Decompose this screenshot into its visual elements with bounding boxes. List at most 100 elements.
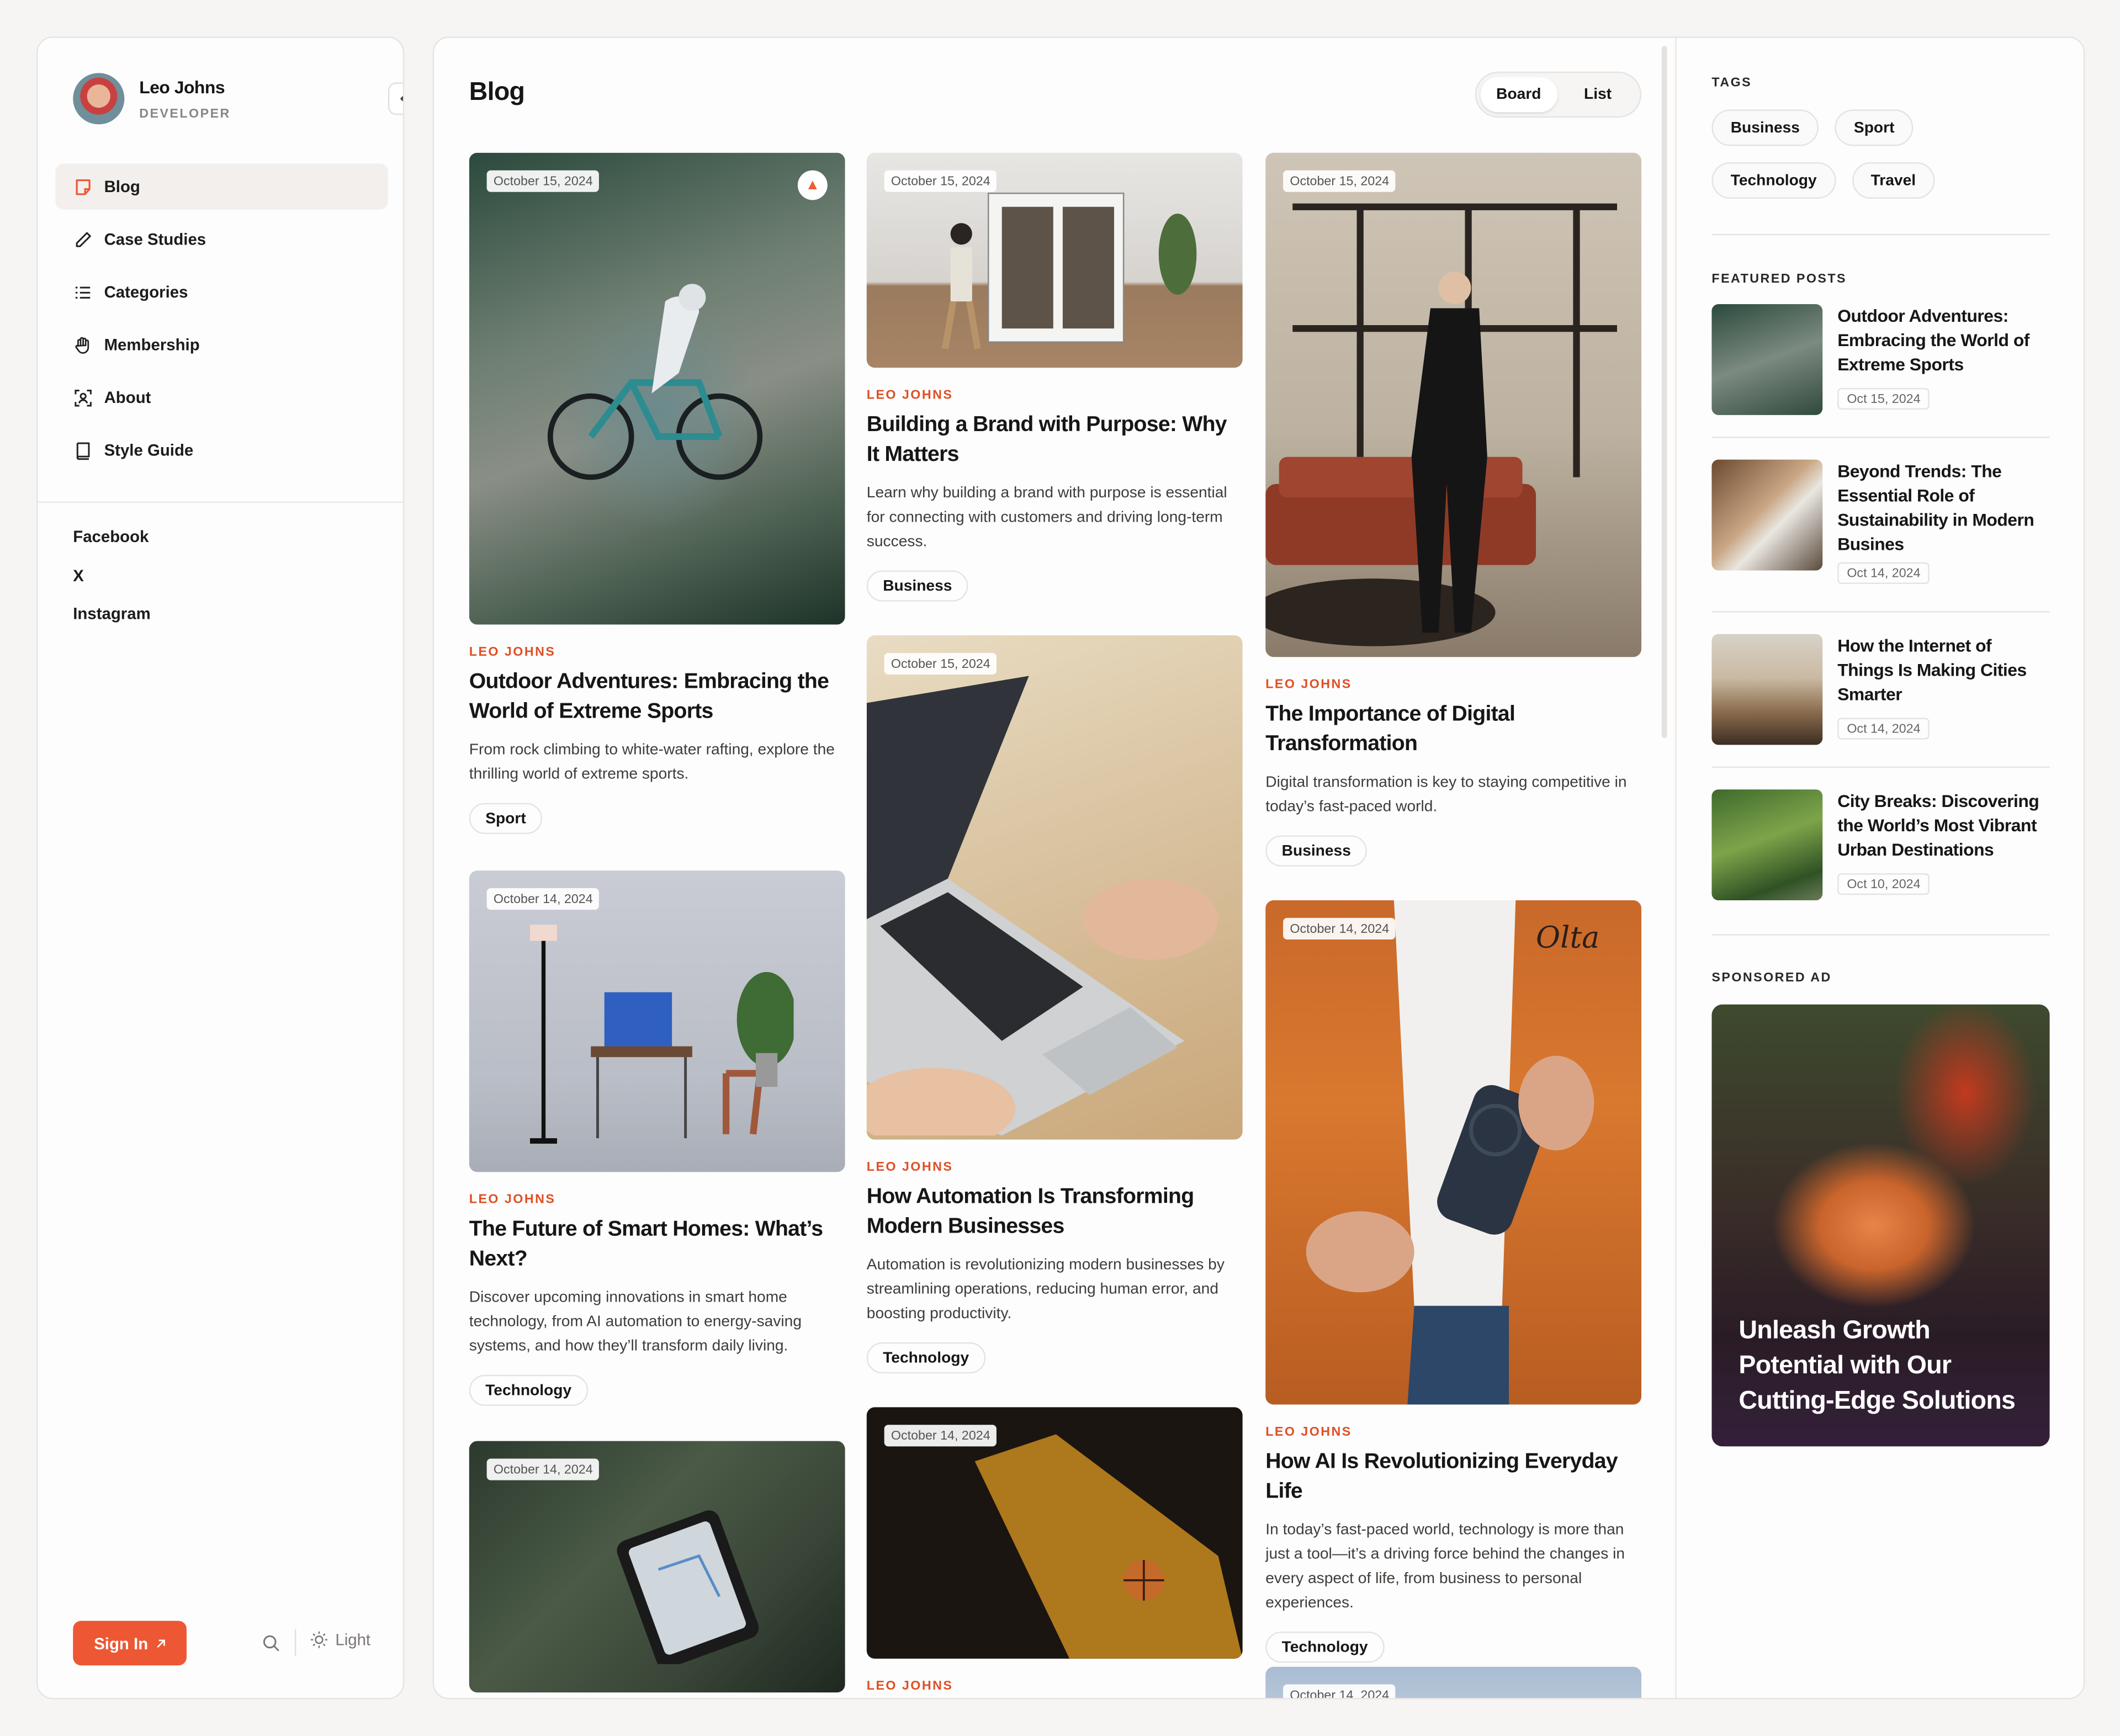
featured-title[interactable]: Beyond Trends: The Essential Role of Sus… (1837, 460, 2049, 557)
post-image: October 15, 2024 (866, 152, 1243, 368)
divider (38, 501, 403, 503)
post-card[interactable]: October 15, 2024 LEO JOHNS The Importanc… (1265, 152, 1642, 867)
featured-post[interactable]: City Breaks: Discovering the World’s Mos… (1711, 789, 2049, 922)
tag-chip[interactable]: Technology (1711, 162, 1836, 199)
note-icon (76, 178, 91, 195)
tag-chip[interactable]: Sport (1835, 109, 1914, 146)
phone-map-illustration (617, 1510, 759, 1664)
featured-title[interactable]: City Breaks: Discovering the World’s Mos… (1837, 789, 2049, 862)
featured-title[interactable]: Outdoor Adventures: Embracing the World … (1837, 304, 2049, 377)
fire-icon: ▲ (797, 170, 828, 200)
nav-label: Case Studies (104, 230, 206, 249)
nav-item-membership[interactable]: Membership (55, 322, 388, 368)
post-author: LEO JOHNS (866, 1679, 953, 1694)
post-tag[interactable]: Technology (1265, 1631, 1385, 1663)
nav-item-categories[interactable]: Categories (55, 269, 388, 315)
tag-chip[interactable]: Business (1711, 109, 1819, 146)
post-date: October 15, 2024 (486, 170, 600, 192)
book-icon (76, 442, 90, 459)
nav-label: Membership (104, 335, 200, 354)
nav-item-case-studies[interactable]: Case Studies (55, 216, 388, 262)
sun-icon (310, 1631, 327, 1648)
search-icon[interactable] (261, 1633, 282, 1653)
view-board-button[interactable]: Board (1480, 77, 1557, 113)
divider (1711, 766, 2050, 768)
tag-list: Business Sport Technology Travel (1711, 109, 2049, 199)
post-date: October 14, 2024 (884, 1425, 997, 1447)
post-tag[interactable]: Business (866, 570, 968, 602)
social-link-instagram[interactable]: Instagram (73, 604, 150, 623)
featured-date: Oct 14, 2024 (1837, 718, 1930, 740)
post-date: October 15, 2024 (1283, 170, 1396, 192)
interior-illustration (1265, 203, 1618, 646)
post-excerpt: Discover upcoming innovations in smart h… (469, 1289, 802, 1355)
post-date: October 14, 2024 (486, 1458, 600, 1480)
tag-chip[interactable]: Travel (1852, 162, 1935, 199)
sign-in-button[interactable]: Sign In (73, 1621, 187, 1666)
divider (1711, 934, 2050, 936)
post-tag[interactable]: Technology (866, 1342, 985, 1374)
list-icon (75, 286, 91, 298)
post-title[interactable]: Building a Brand with Purpose: Why It Ma… (867, 411, 1243, 470)
post-title[interactable]: How Automation Is Transforming Modern Bu… (867, 1183, 1243, 1243)
post-title[interactable]: The Future of Smart Homes: What’s Next? (469, 1215, 845, 1275)
social-link-facebook[interactable]: Facebook (73, 527, 149, 546)
post-title[interactable]: Outdoor Adventures: Embracing the World … (469, 668, 845, 728)
featured-title[interactable]: How the Internet of Things Is Making Cit… (1837, 634, 2049, 707)
theme-label: Light (335, 1630, 371, 1649)
post-card[interactable]: October 14, 2024 LEO JOHNS The Future of… (469, 870, 845, 1406)
sidebar: Leo Johns DEVELOPER Blog Case Studies Ca… (36, 36, 405, 1700)
post-tag[interactable]: Technology (469, 1374, 588, 1406)
sign-in-label: Sign In (94, 1633, 149, 1653)
hand-icon (75, 336, 89, 353)
column-divider (1675, 38, 1677, 1698)
featured-heading: FEATURED POSTS (1711, 272, 1847, 287)
nav-label: Blog (104, 177, 140, 197)
view-list-button[interactable]: List (1560, 77, 1636, 113)
featured-thumbnail (1711, 304, 1823, 415)
divider (1711, 233, 2050, 236)
post-author: LEO JOHNS (866, 1160, 953, 1175)
post-card[interactable]: Olta October 14, 2024 LEO JOHNS How AI I… (1265, 900, 1642, 1663)
smart-home-illustration (530, 925, 794, 1144)
featured-post[interactable]: Beyond Trends: The Essential Role of Sus… (1711, 459, 2049, 592)
ad-headline: Unleash Growth Potential with Our Cuttin… (1739, 1316, 2016, 1416)
featured-post[interactable]: Outdoor Adventures: Embracing the World … (1711, 304, 2049, 437)
featured-thumbnail (1711, 459, 1823, 571)
post-image: October 14, 2024 (866, 1407, 1243, 1659)
nav-item-style-guide[interactable]: Style Guide (55, 427, 388, 473)
theme-toggle[interactable]: Light (310, 1630, 370, 1649)
post-author: LEO JOHNS (469, 645, 556, 660)
sponsored-ad[interactable]: Unleash Growth Potential with Our Cuttin… (1711, 1004, 2050, 1447)
nav-label: About (104, 387, 151, 407)
post-card[interactable]: October 15, 2024 ▲ LEO JOHNS Outdoor Adv… (469, 152, 845, 835)
post-date: October 15, 2024 (884, 652, 997, 675)
post-excerpt: From rock climbing to white-water raftin… (469, 742, 835, 783)
sponsored-heading: SPONSORED AD (1711, 970, 1832, 986)
social-link-x[interactable]: X (73, 566, 84, 585)
post-card[interactable]: October 15, 2024 LEO JOHNS Building a Br… (866, 152, 1243, 602)
post-author: LEO JOHNS (866, 387, 953, 403)
post-tag[interactable]: Sport (469, 803, 543, 835)
post-title[interactable]: How AI Is Revolutionizing Everyday Life (1265, 1448, 1641, 1507)
avatar[interactable] (73, 73, 125, 125)
featured-post[interactable]: How the Internet of Things Is Making Cit… (1711, 634, 2049, 767)
post-image: October 15, 2024 (866, 635, 1243, 1140)
post-author: LEO JOHNS (1265, 677, 1352, 692)
arrow-up-right-icon (156, 1639, 165, 1647)
post-title[interactable]: The Importance of Digital Transformation (1265, 700, 1641, 760)
nav-item-about[interactable]: About (55, 374, 388, 420)
post-image: October 14, 2024 (1265, 1666, 1642, 1698)
scrollbar[interactable] (1661, 46, 1667, 739)
pencil-icon (76, 231, 91, 247)
post-card[interactable]: October 14, 2024 LEO JOHNS (866, 1407, 1243, 1694)
post-image: October 14, 2024 (469, 870, 845, 1172)
nav-item-blog[interactable]: Blog (55, 163, 388, 210)
post-tag[interactable]: Business (1265, 835, 1368, 867)
post-card[interactable]: October 14, 2024 (469, 1441, 845, 1693)
divider (294, 1629, 296, 1657)
collapse-sidebar-button[interactable] (388, 82, 403, 115)
post-excerpt: Digital transformation is key to staying… (1265, 774, 1627, 815)
post-card[interactable]: October 14, 2024 (1265, 1666, 1642, 1698)
post-card[interactable]: October 15, 2024 LEO JOHNS How Automatio… (866, 635, 1243, 1374)
